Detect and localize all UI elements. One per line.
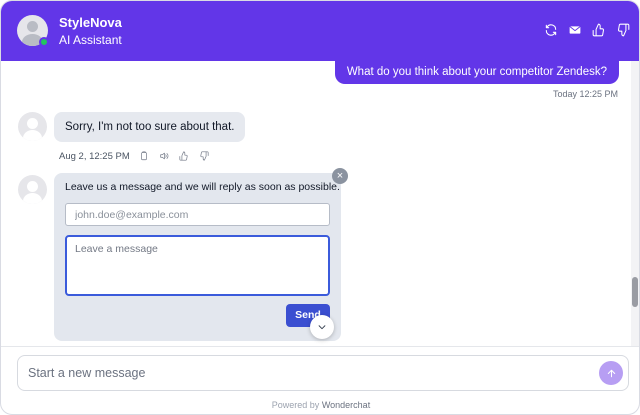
arrow-up-icon: [607, 369, 615, 377]
speaker-icon[interactable]: [158, 150, 170, 162]
thumbs-up-icon[interactable]: [178, 150, 190, 162]
thumbs-down-icon[interactable]: [615, 21, 631, 39]
scrollbar[interactable]: [631, 61, 639, 346]
powered-prefix: Powered by: [271, 400, 320, 410]
scrollbar-thumb[interactable]: [632, 277, 638, 307]
email-field[interactable]: [65, 203, 330, 226]
user-message-time: Today 12:25 PM: [552, 89, 618, 99]
brand-avatar: [17, 15, 49, 47]
copy-icon[interactable]: [138, 150, 150, 162]
brand-subtitle: AI Assistant: [59, 33, 122, 47]
refresh-icon[interactable]: [543, 21, 559, 39]
brand-name: StyleNova: [59, 15, 122, 30]
bot-message-bubble: Sorry, I'm not too sure about that.: [54, 112, 246, 142]
message-textarea[interactable]: [65, 235, 330, 296]
chat-widget: StyleNova AI Assistant What do you think…: [0, 0, 640, 415]
thumbs-down-icon[interactable]: [198, 150, 210, 162]
chat-header: StyleNova AI Assistant: [1, 1, 639, 61]
bot-avatar-icon: [18, 112, 47, 141]
header-actions: [543, 21, 631, 39]
message-list[interactable]: What do you think about your competitor …: [1, 61, 639, 346]
mail-icon[interactable]: [567, 21, 583, 39]
user-message-bubble: What do you think about your competitor …: [334, 61, 619, 84]
lead-capture-form: Leave us a message and we will reply as …: [54, 173, 341, 341]
new-message-input[interactable]: [18, 356, 588, 390]
scroll-down-button[interactable]: [310, 315, 334, 339]
chevron-down-icon: [318, 325, 326, 330]
divider: [1, 346, 639, 347]
powered-brand-link[interactable]: Wonderchat: [322, 400, 370, 410]
bot-avatar-icon: [18, 175, 47, 204]
thumbs-up-icon[interactable]: [591, 21, 607, 39]
message-composer: [17, 355, 629, 391]
bot-message-time: Aug 2, 12:25 PM: [59, 150, 130, 162]
powered-by: Powered by Wonderchat: [1, 400, 639, 410]
send-message-button[interactable]: [599, 361, 623, 385]
online-status-dot: [39, 37, 49, 47]
lead-form-prompt: Leave us a message and we will reply as …: [65, 181, 340, 193]
bot-message-meta: Aug 2, 12:25 PM: [59, 150, 210, 162]
close-icon[interactable]: ×: [332, 168, 348, 184]
